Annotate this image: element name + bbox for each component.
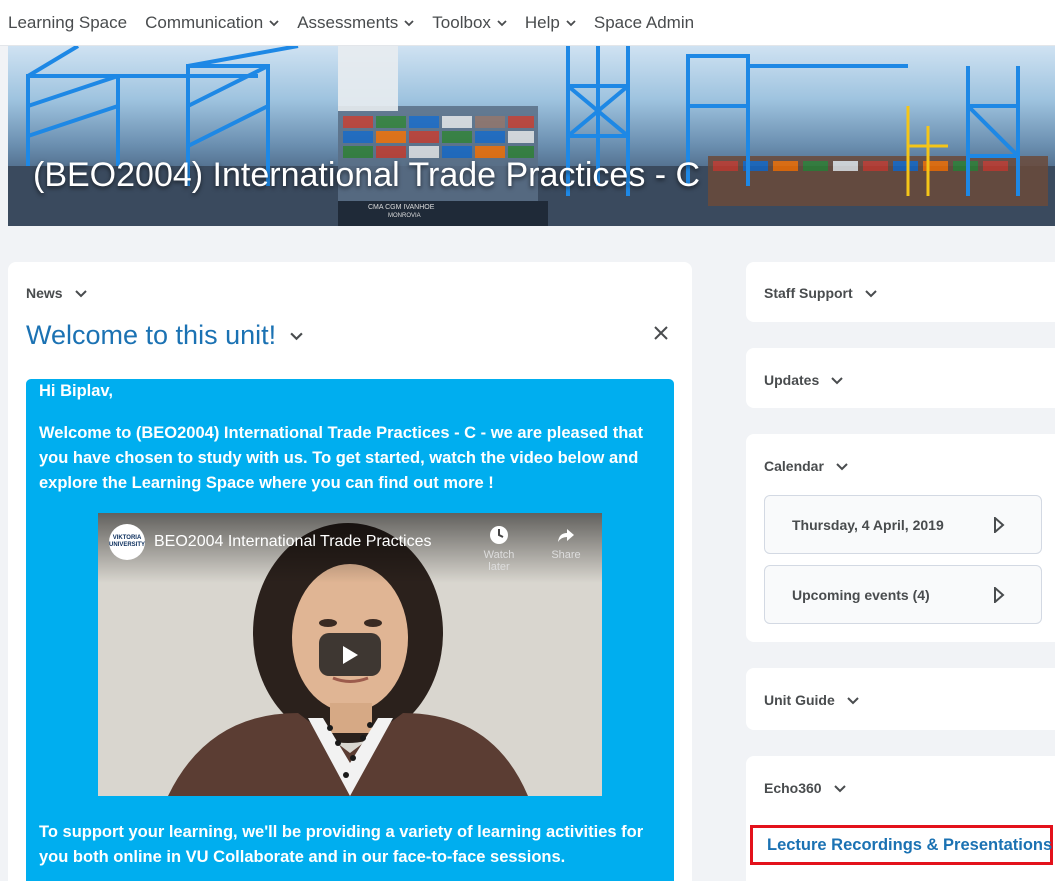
news-widget: News Welcome to this unit! Hi Biplav, We… [8, 262, 692, 881]
updates-header[interactable]: Updates [764, 372, 843, 388]
news-item-title[interactable]: Welcome to this unit! [26, 320, 303, 351]
nav-label: Space Admin [593, 12, 695, 32]
chevron-down-icon [404, 19, 414, 26]
play-button[interactable] [319, 633, 381, 676]
staff-support-label: Staff Support [764, 285, 853, 301]
share-button[interactable]: Share [541, 525, 591, 561]
intro-paragraph: Welcome to (BEO2004) International Trade… [39, 424, 643, 492]
video-title[interactable]: BEO2004 International Trade Practices [154, 533, 432, 551]
nav-learning-space[interactable]: Learning Space [8, 13, 127, 33]
nav-label: Communication [145, 12, 264, 32]
play-icon [343, 645, 358, 664]
youtube-video-player[interactable]: VIKTORIA UNIVERSITY BEO2004 Internationa… [98, 513, 602, 796]
nav-label: Toolbox [432, 12, 491, 32]
university-logo[interactable]: VIKTORIA UNIVERSITY [109, 524, 145, 560]
watch-later-button[interactable]: Watch later [474, 525, 524, 573]
greeting-text: Hi Biplav, [39, 382, 113, 400]
calendar-label: Calendar [764, 458, 824, 474]
updates-label: Updates [764, 372, 820, 388]
calendar-header[interactable]: Calendar [764, 458, 848, 474]
closing-paragraph: To support your learning, we'll be provi… [39, 823, 644, 866]
welcome-message-box: Hi Biplav, Welcome to (BEO2004) Internat… [26, 379, 674, 881]
chevron-down-icon [847, 697, 859, 705]
chevron-down-icon [566, 19, 576, 26]
nav-help[interactable]: Help [525, 13, 576, 33]
nav-communication[interactable]: Communication [145, 13, 279, 33]
unit-guide-widget: Unit Guide [746, 668, 1055, 730]
port-cranes-image: CMA CGM IVANHOE MONROVIA [8, 46, 1055, 226]
nav-assessments[interactable]: Assessments [297, 13, 414, 33]
chevron-down-icon [269, 19, 279, 26]
logo-text: VIKTORIA UNIVERSITY [109, 535, 146, 548]
calendar-date: Thursday, 4 April, 2019 [792, 516, 944, 533]
staff-support-widget: Staff Support [746, 262, 1055, 322]
nav-label: Learning Space [8, 12, 128, 32]
chevron-down-icon [831, 377, 843, 385]
course-banner: CMA CGM IVANHOE MONROVIA (BEO2004) Inter… [8, 46, 1055, 226]
calendar-date-button[interactable]: Thursday, 4 April, 2019 [764, 495, 1042, 554]
upcoming-events-label: Upcoming events (4) [792, 586, 930, 603]
chevron-down-icon [74, 290, 87, 298]
lecture-recordings-label: Lecture Recordings & Presentations [767, 835, 1053, 854]
chevron-down-icon [290, 332, 303, 341]
ship-port: MONROVIA [388, 213, 421, 219]
staff-support-header[interactable]: Staff Support [764, 285, 877, 301]
news-widget-header[interactable]: News [26, 285, 87, 301]
nav-label: Help [524, 12, 560, 32]
watch-later-label: Watch later [483, 549, 515, 573]
calendar-widget: Calendar Thursday, 4 April, 2019 Upcomin… [746, 434, 1055, 642]
chevron-down-icon [864, 290, 877, 298]
echo360-widget: Echo360 Lecture Recordings & Presentatio… [746, 756, 1055, 881]
close-icon[interactable] [654, 326, 668, 340]
chevron-down-icon [836, 463, 848, 471]
top-navigation: Learning Space Communication Assessments… [0, 0, 1055, 46]
share-icon [558, 529, 574, 542]
echo360-header[interactable]: Echo360 [764, 780, 846, 796]
unit-guide-header[interactable]: Unit Guide [764, 692, 859, 708]
ship-name: CMA CGM IVANHOE [368, 204, 435, 211]
welcome-heading: Welcome to this unit! [26, 320, 277, 350]
updates-widget: Updates [746, 348, 1055, 408]
nav-label: Assessments [297, 12, 399, 32]
course-title: (BEO2004) International Trade Practices … [33, 156, 701, 194]
lecture-recordings-link[interactable]: Lecture Recordings & Presentations [750, 825, 1053, 865]
nav-space-admin[interactable]: Space Admin [594, 13, 694, 33]
news-label: News [26, 285, 63, 301]
upcoming-events-button[interactable]: Upcoming events (4) [764, 565, 1042, 624]
unit-guide-label: Unit Guide [764, 692, 835, 708]
nav-toolbox[interactable]: Toolbox [432, 13, 507, 33]
echo360-label: Echo360 [764, 780, 822, 796]
arrow-right-icon [994, 517, 1005, 533]
clock-icon [490, 526, 508, 544]
chevron-down-icon [833, 785, 846, 793]
chevron-down-icon [497, 19, 507, 26]
share-label: Share [551, 549, 581, 561]
arrow-right-icon [994, 587, 1005, 603]
